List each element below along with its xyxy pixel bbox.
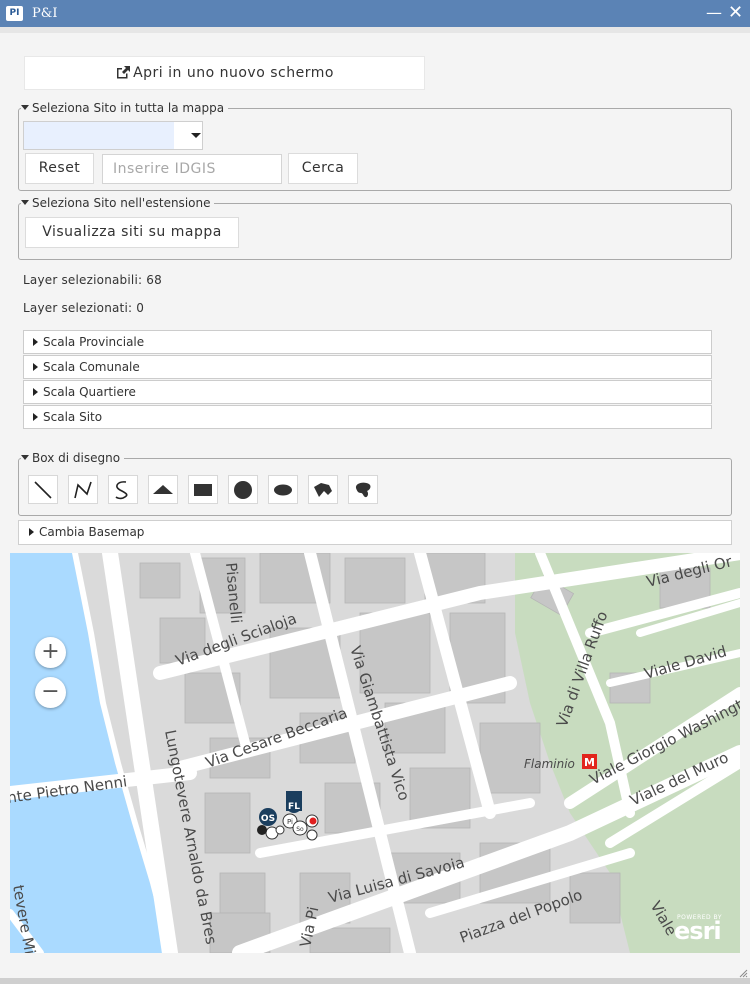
collapse-triangle-icon (21, 200, 29, 205)
extent-search-legend[interactable]: Seleziona Sito nell'estensione (21, 196, 215, 210)
accordion-label: Scala Quartiere (43, 385, 136, 399)
line-icon (34, 480, 52, 499)
zoom-in-button[interactable]: + (35, 637, 66, 668)
circle-icon (234, 480, 252, 499)
app-logo: PI (6, 6, 23, 21)
draw-triangle-button[interactable] (148, 475, 178, 504)
idgis-input[interactable] (102, 154, 282, 184)
close-button[interactable]: ✕ (728, 3, 743, 23)
draw-freehand-polygon-button[interactable] (348, 475, 378, 504)
draw-polyline-button[interactable] (68, 475, 98, 504)
resize-grip-icon[interactable] (738, 968, 748, 978)
accordion-label: Scala Sito (43, 410, 103, 424)
accordion-scala-quartiere[interactable]: Scala Quartiere (23, 380, 712, 404)
open-new-window-button[interactable]: Apri in uno nuovo schermo (24, 56, 425, 90)
expand-triangle-icon (33, 413, 38, 421)
map-view[interactable]: Via degli Or Pisanelli Via degli Scialoj… (10, 553, 740, 953)
polygon-icon (314, 482, 332, 497)
extent-search-legend-text: Seleziona Sito nell'estensione (32, 196, 211, 210)
expand-triangle-icon (33, 338, 38, 346)
draw-rectangle-button[interactable] (188, 475, 218, 504)
reset-button[interactable]: Reset (25, 153, 94, 184)
site-select-value (24, 122, 174, 149)
window-titlebar: PI P&I — ✕ (0, 0, 750, 27)
layers-selectable-count: Layer selezionabili: 68 (23, 273, 162, 287)
collapse-triangle-icon (21, 105, 29, 110)
open-new-window-label: Apri in uno nuovo schermo (133, 65, 334, 81)
show-sites-on-map-button[interactable]: Visualizza siti su mappa (25, 217, 239, 248)
window-title: P&I (32, 6, 58, 21)
marker-label: FL (288, 802, 300, 812)
accordion-scala-comunale[interactable]: Scala Comunale (23, 355, 712, 379)
marker-label: So (296, 826, 304, 833)
marker-label: OS (261, 814, 275, 824)
esri-logo-text: esri (674, 917, 722, 945)
draw-freehand-line-button[interactable] (108, 475, 138, 504)
freehand-polygon-icon (355, 482, 371, 497)
footer-strip (0, 978, 750, 984)
street-label: Flaminio (524, 757, 575, 771)
search-button[interactable]: Cerca (288, 153, 358, 184)
metro-symbol: M (584, 756, 595, 769)
triangle-icon (153, 484, 173, 494)
external-link-icon (117, 66, 131, 79)
draw-line-button[interactable] (28, 475, 58, 504)
draw-ellipse-button[interactable] (268, 475, 298, 504)
chevron-down-icon (191, 133, 201, 138)
site-search-legend[interactable]: Seleziona Sito in tutta la mappa (21, 101, 229, 115)
metro-icon: M (582, 754, 597, 769)
change-basemap-toggle[interactable]: Cambia Basemap (18, 520, 732, 545)
site-select[interactable] (23, 121, 203, 150)
draw-circle-button[interactable] (228, 475, 258, 504)
ellipse-icon (274, 484, 292, 495)
collapse-triangle-icon (21, 455, 29, 460)
expand-triangle-icon (29, 528, 34, 536)
site-search-legend-text: Seleziona Sito in tutta la mappa (32, 101, 225, 115)
marker-label: Pi (287, 818, 293, 826)
freehand-line-icon (115, 480, 128, 499)
drawing-box-legend-text: Box di disegno (32, 451, 121, 465)
window-footer (0, 953, 750, 984)
draw-polygon-button[interactable] (308, 475, 338, 504)
accordion-scala-provinciale[interactable]: Scala Provinciale (23, 330, 712, 354)
drawing-box-legend[interactable]: Box di disegno (21, 451, 125, 465)
expand-triangle-icon (33, 388, 38, 396)
accordion-label: Scala Provinciale (43, 335, 145, 349)
accordion-label: Scala Comunale (43, 360, 140, 374)
rectangle-icon (194, 483, 212, 496)
zoom-out-button[interactable]: − (35, 677, 66, 708)
minimize-button[interactable]: — (706, 3, 722, 23)
layers-selected-count: Layer selezionati: 0 (23, 301, 145, 315)
change-basemap-label: Cambia Basemap (39, 525, 145, 539)
expand-triangle-icon (33, 363, 38, 371)
accordion-scala-sito[interactable]: Scala Sito (23, 405, 712, 429)
polyline-icon (74, 481, 92, 498)
basemap-image: Via degli Or Pisanelli Via degli Scialoj… (10, 553, 740, 953)
